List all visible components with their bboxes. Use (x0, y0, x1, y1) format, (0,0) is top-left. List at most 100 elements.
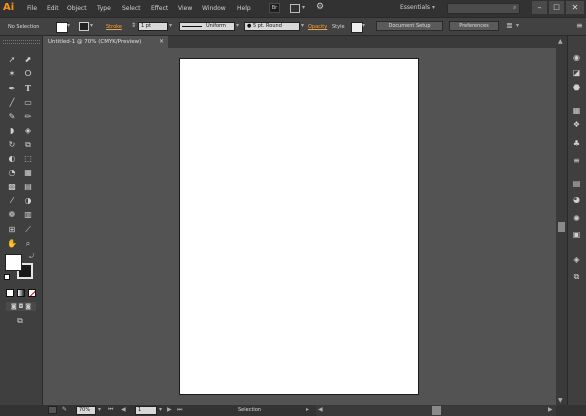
transparency-panel-icon[interactable]: ◕ (570, 195, 583, 205)
stroke-weight-panel-icon[interactable]: ≡ (570, 156, 583, 166)
rotate-tool-icon[interactable]: ↻ (6, 139, 18, 150)
menu-edit[interactable]: Edit (47, 0, 59, 17)
scroll-up-icon[interactable]: ▲ (558, 38, 563, 45)
blob-brush-tool-icon[interactable]: ◗ (6, 125, 18, 136)
vertical-scroll-thumb[interactable] (558, 222, 565, 232)
color-panel-icon[interactable]: ◉ (570, 53, 583, 63)
menu-help[interactable]: Help (237, 0, 251, 17)
pencil-tool-icon[interactable]: ✏ (22, 111, 34, 122)
control-panel-menu-icon[interactable]: ≡ (576, 21, 583, 30)
graphic-styles-panel-icon[interactable]: ▣ (570, 230, 583, 240)
menu-effect[interactable]: Effect (151, 0, 168, 17)
document-tab[interactable]: Untitled-1 @ 70% (CMYK/Preview) ✕ (44, 36, 168, 48)
swatches-panel-icon[interactable]: ⬣ (570, 83, 583, 93)
last-artboard-icon[interactable]: ⏭ (177, 406, 182, 414)
zoom-tool-icon[interactable]: ⌕ (22, 238, 34, 249)
menu-object[interactable]: Object (67, 0, 87, 17)
arrange-documents-icon[interactable] (290, 4, 300, 13)
artboard[interactable] (179, 58, 419, 395)
status-menu-arrow-icon[interactable]: ▸ (306, 406, 309, 413)
zoom-level-field[interactable]: 70% (76, 406, 96, 415)
slice-tool-icon[interactable]: ⟋ (22, 224, 34, 235)
hand-tool-icon[interactable]: ✋ (6, 238, 18, 249)
drawing-modes-icon[interactable]: ◙ ◘ ◙ (6, 302, 36, 311)
close-tab-icon[interactable]: ✕ (159, 36, 164, 48)
menu-window[interactable]: Window (202, 0, 226, 17)
lasso-tool-icon[interactable]: ⵔ (22, 68, 34, 79)
mesh-tool-icon[interactable]: ▩ (6, 181, 18, 192)
menu-view[interactable]: View (178, 0, 192, 17)
color-mode-icon[interactable] (6, 289, 14, 297)
stroke-panel-link[interactable]: Stroke (106, 23, 122, 31)
stroke-weight-stepper-icon[interactable]: ⇕ (131, 22, 136, 29)
pen-tool-icon[interactable]: ✒ (6, 83, 18, 94)
previous-artboard-icon[interactable]: ◀ (121, 406, 126, 413)
perspective-grid-tool-icon[interactable]: ▦ (22, 167, 34, 178)
variable-width-profile[interactable]: Uniform (179, 22, 235, 31)
scroll-down-icon[interactable]: ▼ (558, 397, 563, 404)
menu-select[interactable]: Select (122, 0, 141, 17)
minimize-button[interactable]: – (532, 1, 547, 14)
eyedropper-tool-icon[interactable]: ⁄ (6, 195, 18, 206)
horizontal-scroll-thumb[interactable] (432, 406, 441, 415)
gradient-mode-icon[interactable] (17, 289, 25, 297)
symbol-sprayer-tool-icon[interactable]: ❁ (6, 209, 18, 220)
direct-selection-tool-icon[interactable]: ⬈ (22, 54, 34, 65)
gradient-panel-icon[interactable]: ▤ (570, 179, 583, 189)
stroke-panel-icon[interactable]: ♣ (570, 139, 583, 149)
scroll-right-icon[interactable]: ▶ (548, 406, 553, 413)
menu-type[interactable]: Type (97, 0, 111, 17)
bridge-button[interactable]: Br (269, 3, 280, 13)
rectangle-tool-icon[interactable]: ▭ (22, 97, 34, 108)
layers-panel-icon[interactable]: ◈ (570, 255, 583, 265)
panel-grip[interactable] (3, 40, 40, 44)
magic-wand-tool-icon[interactable]: ✶ (6, 68, 18, 79)
dropdown-arrow-icon[interactable]: ▾ (302, 4, 305, 11)
artboard-tool-icon[interactable]: ⊞ (6, 224, 18, 235)
type-tool-icon[interactable]: T (22, 83, 34, 94)
profile-dropdown-icon[interactable]: ▾ (236, 22, 239, 29)
symbols-panel-icon[interactable]: ❖ (570, 120, 583, 130)
workspace-switcher[interactable]: Essentials (400, 4, 430, 11)
column-graph-tool-icon[interactable]: ▥ (22, 209, 34, 220)
artboard-dropdown-icon[interactable]: ▾ (159, 406, 162, 413)
eraser-tool-icon[interactable]: ◈ (22, 125, 34, 136)
warp-tool-icon[interactable]: ◐ (6, 153, 18, 164)
artboards-panel-icon[interactable]: ⧉ (570, 272, 583, 282)
paintbrush-tool-icon[interactable]: ✎ (6, 111, 18, 122)
stroke-weight-dropdown-icon[interactable]: ▾ (169, 22, 172, 29)
fill-dropdown-icon[interactable]: ▾ (67, 22, 70, 29)
align-options-icon[interactable]: ≣ (506, 21, 513, 30)
line-segment-tool-icon[interactable]: ╱ (6, 97, 18, 108)
gpu-performance-icon[interactable]: ⚙ (316, 2, 324, 12)
fill-color-box[interactable] (5, 254, 22, 271)
workspace-dropdown-icon[interactable]: ▾ (432, 4, 435, 11)
appearance-panel-icon[interactable]: ✺ (570, 214, 583, 224)
first-artboard-icon[interactable]: ⏮ (108, 406, 113, 414)
shape-builder-tool-icon[interactable]: ◔ (6, 167, 18, 178)
artboard-number-field[interactable]: 1 (135, 406, 157, 415)
none-mode-icon[interactable] (28, 289, 36, 297)
document-setup-button[interactable]: Document Setup (376, 21, 443, 31)
close-button[interactable]: ✕ (566, 1, 584, 14)
preferences-button[interactable]: Preferences (449, 21, 499, 31)
swap-fill-stroke-icon[interactable]: ⤾ (29, 253, 34, 261)
stroke-weight-field[interactable]: 1 pt (138, 22, 168, 31)
default-colors-icon[interactable] (4, 274, 10, 280)
selection-tool-icon[interactable]: ➚ (6, 54, 18, 65)
brush-definition[interactable]: ● 5 pt. Round (244, 22, 300, 31)
zoom-dropdown-icon[interactable]: ▾ (98, 406, 101, 413)
style-dropdown-icon[interactable]: ▾ (362, 22, 365, 29)
edit-icon[interactable]: ✎ (62, 406, 67, 413)
brushes-panel-icon[interactable]: ▦ (570, 106, 583, 116)
menu-file[interactable]: File (27, 0, 37, 17)
vertical-scrollbar[interactable] (556, 36, 567, 405)
scroll-left-icon[interactable]: ◀ (318, 406, 323, 413)
gradient-tool-icon[interactable]: ▤ (22, 181, 34, 192)
search-help-input[interactable] (447, 3, 520, 14)
scale-tool-icon[interactable]: ⧉ (22, 139, 34, 150)
color-guide-panel-icon[interactable]: ◪ (570, 68, 583, 78)
align-dropdown-icon[interactable]: ▾ (516, 22, 519, 29)
stroke-dropdown-icon[interactable]: ▾ (90, 22, 93, 29)
artboard-navigator-icon[interactable] (48, 406, 57, 414)
